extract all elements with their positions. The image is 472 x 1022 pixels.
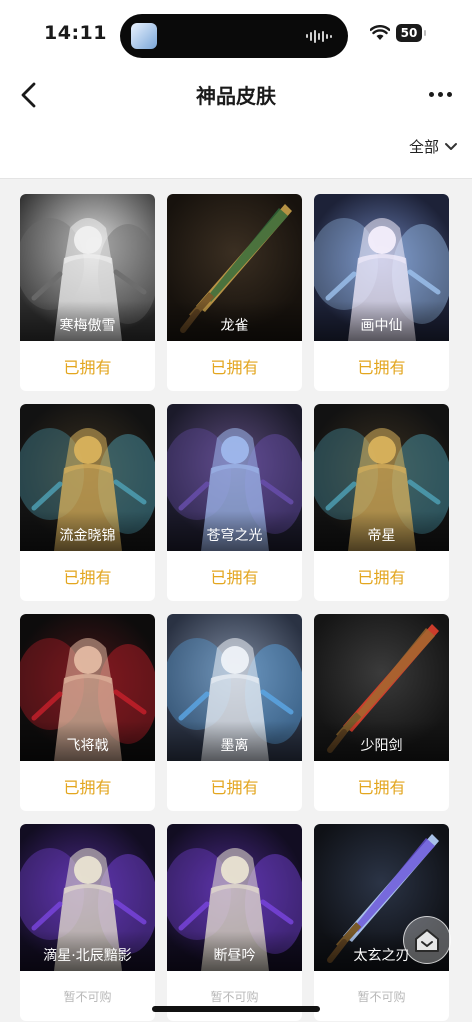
dynamic-island xyxy=(120,14,348,58)
skin-name: 断昼吟 xyxy=(213,948,256,964)
island-app-icon xyxy=(131,23,157,49)
wifi-icon xyxy=(370,25,390,40)
skin-card[interactable]: 墨离 已拥有 xyxy=(167,614,302,811)
skin-image: 流金晓锦 xyxy=(20,404,155,551)
skin-card[interactable]: 飞将戟 已拥有 xyxy=(20,614,155,811)
skin-name: 苍穹之光 xyxy=(206,528,263,544)
skin-card[interactable]: 断昼吟 暂不可购 xyxy=(167,824,302,1021)
skin-card[interactable]: 龙雀 已拥有 xyxy=(167,194,302,391)
filter-label: 全部 xyxy=(408,138,439,156)
skin-image: 龙雀 xyxy=(167,194,302,341)
owned-status: 已拥有 xyxy=(357,568,406,587)
skin-image: 滴星·北辰黯影 xyxy=(20,824,155,971)
skin-name: 流金晓锦 xyxy=(59,528,116,544)
skin-name: 滴星·北辰黯影 xyxy=(43,948,132,964)
skin-name: 飞将戟 xyxy=(66,738,109,754)
skin-image: 飞将戟 xyxy=(20,614,155,761)
nav-bar: 神品皮肤 xyxy=(0,70,472,120)
owned-status: 已拥有 xyxy=(357,358,406,377)
chevron-down-icon xyxy=(445,142,457,150)
more-icon[interactable] xyxy=(422,82,458,106)
skin-card[interactable]: 流金晓锦 已拥有 xyxy=(20,404,155,601)
page-title: 神品皮肤 xyxy=(196,84,276,108)
owned-status: 已拥有 xyxy=(210,568,259,587)
skin-image: 寒梅傲雪 xyxy=(20,194,155,341)
skin-image: 帝星 xyxy=(314,404,449,551)
owned-status: 已拥有 xyxy=(210,358,259,377)
unavailable-status: 暂不可购 xyxy=(210,989,259,1004)
owned-status: 已拥有 xyxy=(357,778,406,797)
audio-wave-icon xyxy=(306,29,332,43)
skin-name: 少阳剑 xyxy=(360,738,403,754)
owned-status: 已拥有 xyxy=(210,778,259,797)
skin-image: 画中仙 xyxy=(314,194,449,341)
unavailable-status: 暂不可购 xyxy=(63,989,112,1004)
home-icon xyxy=(415,929,439,952)
skin-card[interactable]: 寒梅傲雪 已拥有 xyxy=(20,194,155,391)
skin-name: 帝星 xyxy=(367,528,396,544)
skin-grid: 寒梅傲雪 已拥有 龙雀 已拥有 画中仙 已拥有 流金晓锦 已拥有 苍穹之光 已拥有 帝星 已拥有 飞将戟… xyxy=(20,194,452,1021)
home-indicator[interactable] xyxy=(152,1006,320,1012)
skin-image: 墨离 xyxy=(167,614,302,761)
status-bar: 14:11 50 xyxy=(0,0,472,70)
owned-status: 已拥有 xyxy=(63,778,112,797)
unavailable-status: 暂不可购 xyxy=(357,989,406,1004)
skin-name: 画中仙 xyxy=(360,318,403,334)
filter-bar: 全部 xyxy=(0,120,472,179)
skin-card[interactable]: 滴星·北辰黯影 暂不可购 xyxy=(20,824,155,1021)
skin-card[interactable]: 画中仙 已拥有 xyxy=(314,194,449,391)
skin-card[interactable]: 帝星 已拥有 xyxy=(314,404,449,601)
skin-image: 少阳剑 xyxy=(314,614,449,761)
battery-icon: 50 xyxy=(396,24,426,42)
home-button[interactable] xyxy=(403,916,451,964)
skin-card[interactable]: 少阳剑 已拥有 xyxy=(314,614,449,811)
filter-dropdown[interactable]: 全部 xyxy=(409,136,458,157)
skin-name: 墨离 xyxy=(220,738,249,754)
status-time: 14:11 xyxy=(44,22,107,44)
skin-image: 苍穹之光 xyxy=(167,404,302,551)
skin-image: 断昼吟 xyxy=(167,824,302,971)
skin-card[interactable]: 苍穹之光 已拥有 xyxy=(167,404,302,601)
owned-status: 已拥有 xyxy=(63,568,112,587)
skin-name: 寒梅傲雪 xyxy=(59,318,116,334)
skin-name: 龙雀 xyxy=(220,318,249,334)
owned-status: 已拥有 xyxy=(63,358,112,377)
